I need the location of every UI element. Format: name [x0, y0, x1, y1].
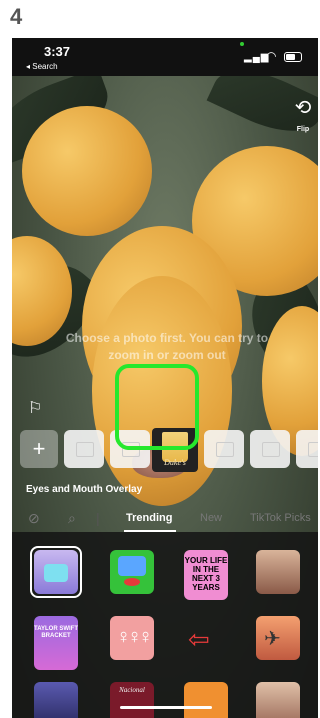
face-overlay-icon: [118, 556, 146, 576]
face-overlay-icon: [44, 564, 68, 582]
effect-tile-portrait-2[interactable]: [256, 682, 300, 718]
effect-tile-airplane[interactable]: ✈: [256, 616, 300, 660]
image-placeholder-icon: [216, 442, 234, 457]
search-icon[interactable]: ⌕: [68, 510, 76, 527]
effect-tile-taylor-swift[interactable]: TAYLOR SWIFT BRACKET: [34, 616, 78, 670]
status-bar: 3:37 ◂ Search ▂▄▆ ◠: [12, 38, 318, 76]
highlight-box: [115, 364, 199, 450]
add-photo-button[interactable]: +: [20, 430, 58, 468]
airplane-icon: ✈: [264, 628, 281, 650]
tab-tiktok-picks[interactable]: TikTok Picks: [250, 512, 311, 524]
effect-tile-eyes-mouth[interactable]: [34, 550, 78, 594]
step-number: 4: [10, 4, 23, 29]
tab-new[interactable]: New: [200, 512, 222, 524]
effects-grid: YOUR LIFE IN THE NEXT 3 YEARS TAYLOR SWI…: [12, 532, 318, 718]
battery-icon: [284, 52, 302, 62]
tab-divider: |: [96, 510, 100, 526]
lemon: [22, 106, 152, 236]
flip-label: Flip: [296, 126, 310, 133]
tile-text: Nacional: [119, 686, 145, 694]
left-arrow-icon: ⇦: [188, 624, 210, 654]
flip-camera-icon: ⟲: [294, 97, 312, 119]
no-effect-icon[interactable]: ⊘: [28, 510, 40, 527]
photo-slot[interactable]: [64, 430, 104, 468]
effects-tabs: ⊘ ⌕ | Trending New TikTok Picks: [12, 508, 318, 532]
flip-camera-button[interactable]: ⟲ Flip: [290, 98, 316, 136]
image-placeholder-icon: [262, 442, 280, 457]
effect-tile-orange-cup[interactable]: [184, 682, 228, 718]
effect-tile-nacional[interactable]: Nacional: [110, 682, 154, 718]
effect-tile-dancers[interactable]: ♀♀♀: [110, 616, 154, 660]
tab-trending[interactable]: Trending: [126, 512, 172, 524]
tile-text: YOUR LIFE IN THE NEXT 3 YEARS: [184, 556, 228, 592]
photo-slot[interactable]: [204, 430, 244, 468]
effect-name-label: Eyes and Mouth Overlay: [26, 484, 143, 495]
effect-tile-green-face[interactable]: [110, 550, 154, 594]
photo-slot[interactable]: [296, 430, 318, 468]
image-placeholder-icon: [76, 442, 94, 457]
back-to-search-link[interactable]: ◂ Search: [26, 62, 58, 71]
dancers-icon: ♀♀♀: [116, 626, 153, 648]
wifi-icon: ◠: [266, 49, 277, 63]
effect-tile-city[interactable]: [34, 682, 78, 718]
photo-hint-text: Choose a photo first. You can try to zoo…: [65, 331, 269, 362]
bookmark-icon[interactable]: ⚐: [28, 398, 46, 417]
camera-indicator-dot: [240, 42, 244, 46]
effect-tile-portrait[interactable]: [256, 550, 300, 594]
tile-text: TAYLOR SWIFT BRACKET: [34, 626, 78, 639]
effect-tile-arrow[interactable]: ⇦: [184, 616, 228, 660]
lips-icon: [124, 578, 140, 586]
home-indicator: [120, 706, 212, 709]
thumbnail-logo-text: Duke's: [164, 458, 186, 467]
photo-slot[interactable]: [250, 430, 290, 468]
image-placeholder-icon: [308, 442, 318, 457]
effect-tile-your-life[interactable]: YOUR LIFE IN THE NEXT 3 YEARS: [184, 550, 228, 600]
clock-time: 3:37: [44, 44, 71, 59]
